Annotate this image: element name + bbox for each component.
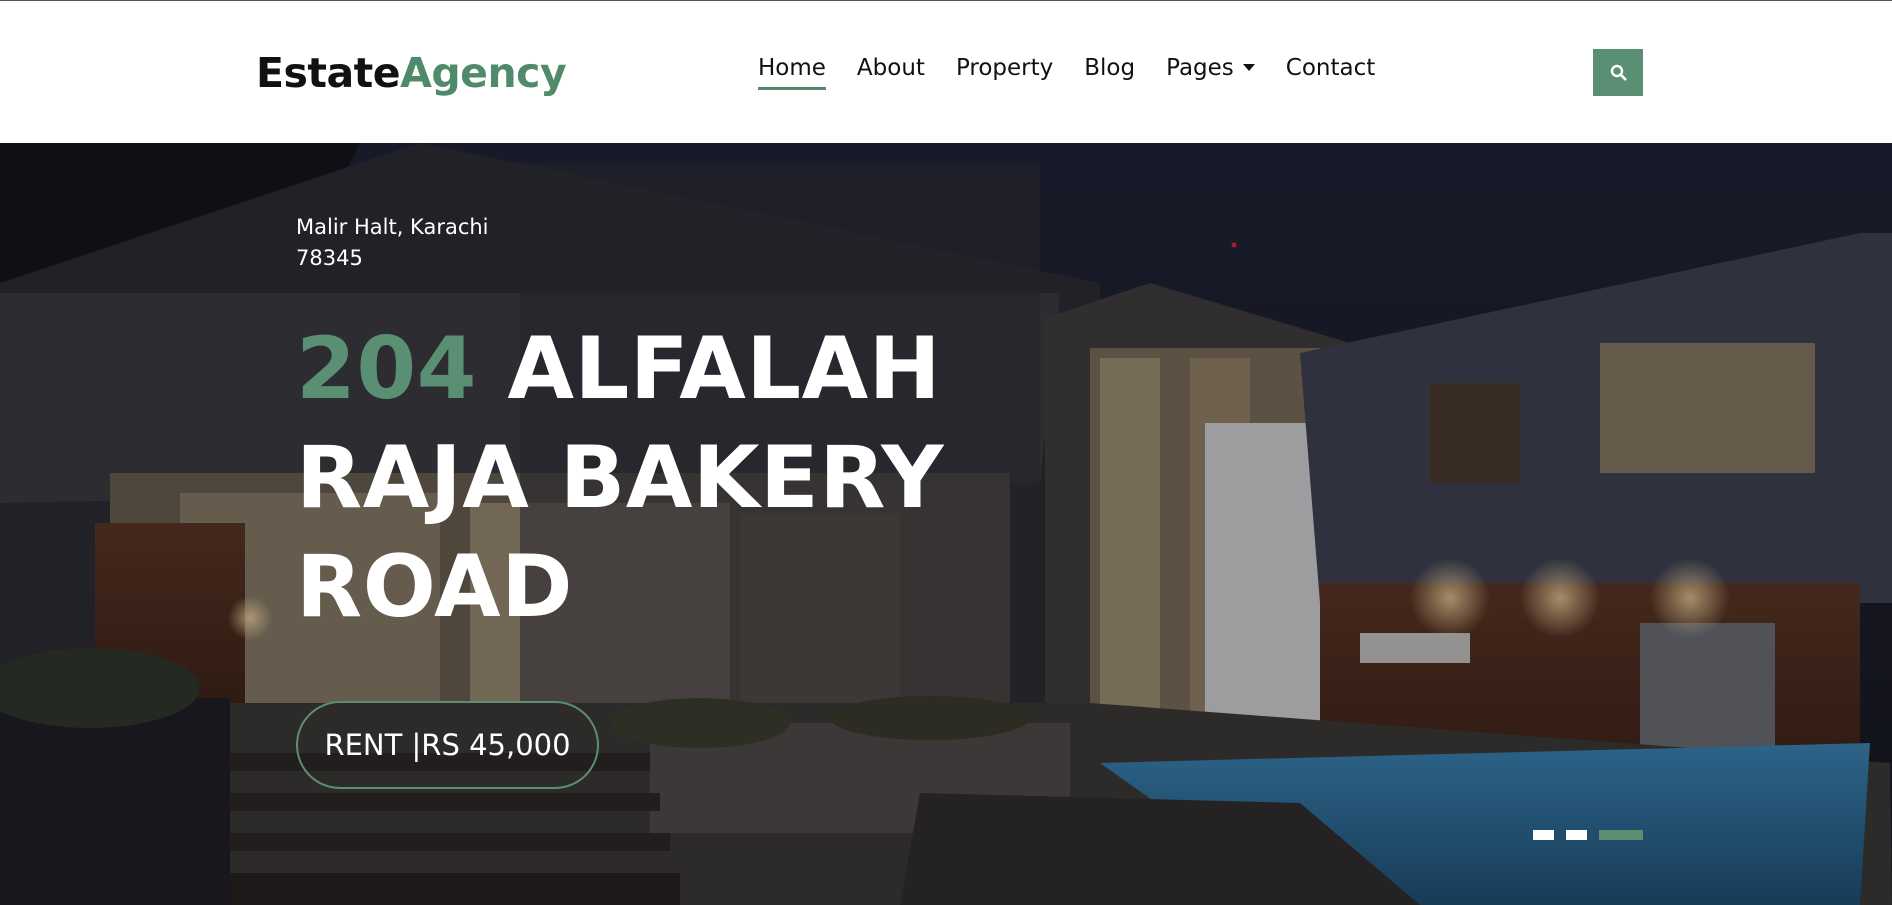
property-title: 204 ALFALAH RAJA BAKERY ROAD [296, 315, 944, 642]
nav-item-pages-label: Pages [1166, 55, 1234, 81]
property-number: 204 [296, 319, 478, 419]
title-line-1-text: ALFALAH [507, 319, 942, 419]
carousel-dot-2[interactable] [1566, 830, 1587, 840]
title-line-1: 204 ALFALAH [296, 315, 944, 424]
chevron-down-icon [1242, 64, 1255, 71]
hero-slider: Malir Halt, Karachi 78345 204 ALFALAH RA… [0, 143, 1892, 905]
brand-name-part1: Estate [256, 49, 401, 97]
nav-item-pages[interactable]: Pages [1166, 55, 1255, 95]
carousel-dot-3[interactable] [1599, 830, 1643, 840]
carousel-indicators [1533, 830, 1643, 840]
nav-item-contact[interactable]: Contact [1286, 55, 1375, 95]
navbar: EstateAgency Home About Property Blog Pa… [0, 1, 1892, 143]
title-line-2: RAJA BAKERY [296, 428, 945, 528]
nav-item-about[interactable]: About [857, 55, 925, 95]
title-line-3: ROAD [296, 537, 573, 637]
search-button[interactable] [1593, 49, 1643, 96]
main-nav: Home About Property Blog Pages Contact [758, 55, 1406, 95]
search-icon [1610, 64, 1626, 81]
nav-item-property[interactable]: Property [956, 55, 1053, 95]
carousel-dot-1[interactable] [1533, 830, 1554, 840]
property-address: Malir Halt, Karachi 78345 [296, 212, 489, 274]
nav-item-blog[interactable]: Blog [1084, 55, 1135, 95]
brand-logo[interactable]: EstateAgency [256, 49, 567, 97]
brand-name-part2: Agency [400, 49, 567, 97]
nav-item-home[interactable]: Home [758, 55, 826, 95]
rent-price-button[interactable]: RENT |RS 45,000 [296, 701, 599, 789]
address-city: Malir Halt, Karachi [296, 215, 489, 239]
hero-dark-overlay [0, 143, 1892, 905]
address-postcode: 78345 [296, 246, 363, 270]
